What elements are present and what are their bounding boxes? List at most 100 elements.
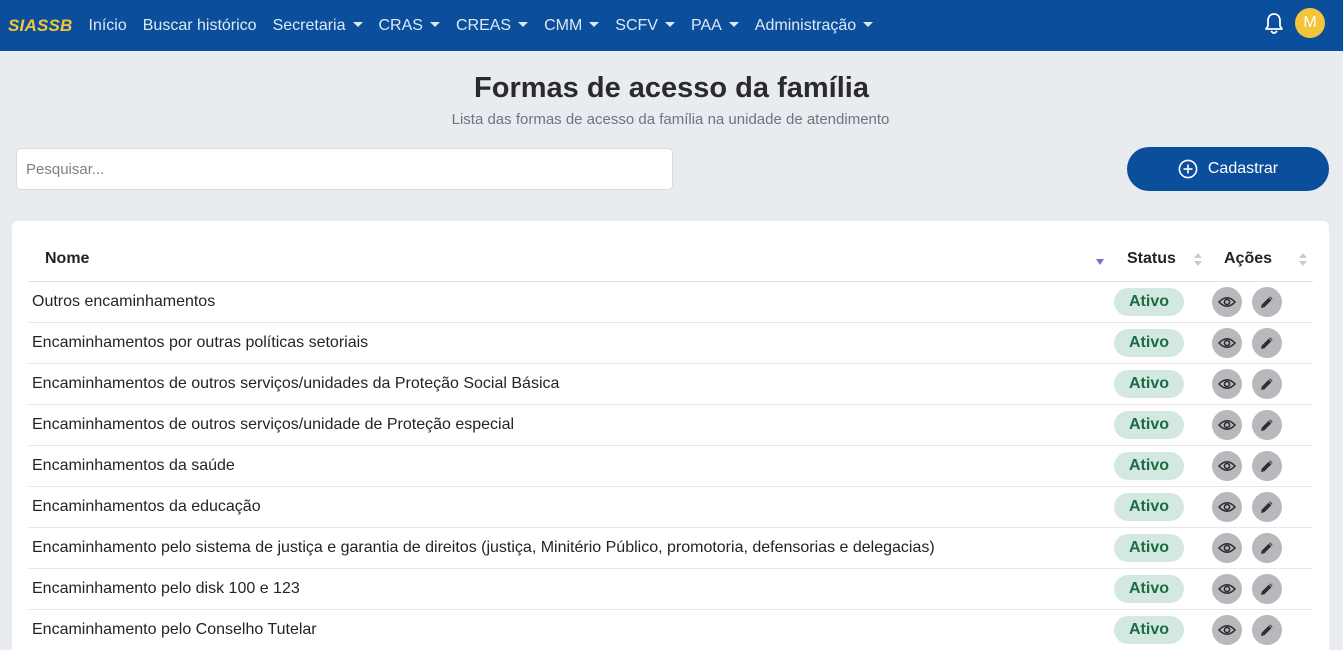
pencil-icon xyxy=(1259,581,1275,597)
brand-logo[interactable]: SIASSB xyxy=(8,16,73,36)
add-button[interactable]: Cadastrar xyxy=(1127,147,1329,191)
table-row: Encaminhamentos da educação Ativo xyxy=(28,487,1313,528)
edit-button[interactable] xyxy=(1252,492,1282,522)
nav-item-scfv[interactable]: SCFV xyxy=(615,17,675,35)
pencil-icon xyxy=(1259,417,1275,433)
eye-icon xyxy=(1218,501,1236,513)
nav-item-inicio[interactable]: Início xyxy=(89,17,127,35)
chevron-down-icon xyxy=(429,22,440,27)
bell-icon[interactable] xyxy=(1263,12,1285,36)
search-input[interactable] xyxy=(16,148,673,190)
pencil-icon xyxy=(1259,294,1275,310)
nav-item-administracao[interactable]: Administração xyxy=(754,16,874,35)
view-button[interactable] xyxy=(1212,328,1242,358)
table-row: Outros encaminhamentos Ativo xyxy=(28,282,1313,323)
page-title: Formas de acesso da família xyxy=(474,72,869,104)
edit-button[interactable] xyxy=(1252,451,1282,481)
status-badge: Ativo xyxy=(1114,534,1184,562)
table-row: Encaminhamentos da saúde Ativo xyxy=(28,446,1313,487)
table-row: Encaminhamento pelo sistema de justiça e… xyxy=(28,528,1313,569)
table-row: Encaminhamentos de outros serviços/unida… xyxy=(28,364,1313,405)
view-button[interactable] xyxy=(1212,533,1242,563)
nav-item-label: CMM xyxy=(544,16,583,34)
sort-desc-icon[interactable] xyxy=(1096,259,1104,265)
chevron-down-icon xyxy=(664,22,675,27)
edit-button[interactable] xyxy=(1252,533,1282,563)
status-badge: Ativo xyxy=(1114,370,1184,398)
eye-icon xyxy=(1218,583,1236,595)
nav-menu: Início Buscar histórico Secretaria CRAS CREA… xyxy=(89,17,890,35)
column-header-actions[interactable]: Ações xyxy=(1224,250,1272,268)
edit-button[interactable] xyxy=(1252,615,1282,645)
sort-icon[interactable] xyxy=(1194,253,1202,267)
view-button[interactable] xyxy=(1212,451,1242,481)
eye-icon xyxy=(1218,378,1236,390)
pencil-icon xyxy=(1259,622,1275,638)
nav-item-label: Buscar histórico xyxy=(142,16,257,34)
view-button[interactable] xyxy=(1212,615,1242,645)
view-button[interactable] xyxy=(1212,369,1242,399)
edit-button[interactable] xyxy=(1252,328,1282,358)
status-badge: Ativo xyxy=(1114,493,1184,521)
table-body: Outros encaminhamentos Ativo Encaminhament… xyxy=(28,282,1313,650)
column-header-status[interactable]: Status xyxy=(1127,250,1176,268)
row-name: Encaminhamentos por outras políticas set… xyxy=(32,334,369,351)
row-name: Encaminhamento pelo disk 100 e 123 xyxy=(32,580,300,597)
table-row: Encaminhamento pelo disk 100 e 123 Ativo xyxy=(28,569,1313,610)
nav-item-paa[interactable]: PAA xyxy=(691,17,739,35)
status-badge: Ativo xyxy=(1114,452,1184,480)
view-button[interactable] xyxy=(1212,410,1242,440)
chevron-down-icon xyxy=(728,22,739,27)
nav-item-creas[interactable]: CREAS xyxy=(456,17,529,35)
table-row: Encaminhamentos por outras políticas set… xyxy=(28,323,1313,364)
edit-button[interactable] xyxy=(1252,369,1282,399)
view-button[interactable] xyxy=(1212,574,1242,604)
nav-item-label: Administração xyxy=(754,16,857,34)
nav-item-label: SCFV xyxy=(615,16,658,34)
table-card: Nome Status Ações Outros encaminhamentos… xyxy=(12,221,1329,650)
chevron-down-icon xyxy=(589,22,600,27)
view-button[interactable] xyxy=(1212,492,1242,522)
pencil-icon xyxy=(1259,540,1275,556)
row-name: Encaminhamentos da educação xyxy=(32,498,261,515)
row-name: Encaminhamentos de outros serviços/unida… xyxy=(32,375,560,392)
row-name: Encaminhamento pelo Conselho Tutelar xyxy=(32,621,317,638)
pencil-icon xyxy=(1259,499,1275,515)
status-badge: Ativo xyxy=(1114,329,1184,357)
column-header-name[interactable]: Nome xyxy=(45,250,89,268)
top-navbar: SIASSB Início Buscar histórico Secretaria C… xyxy=(0,0,1343,51)
nav-item-label: CRAS xyxy=(378,16,423,34)
pencil-icon xyxy=(1259,335,1275,351)
chevron-down-icon xyxy=(352,22,363,27)
eye-icon xyxy=(1218,542,1236,554)
sort-icon[interactable] xyxy=(1299,253,1307,267)
view-button[interactable] xyxy=(1212,287,1242,317)
edit-button[interactable] xyxy=(1252,574,1282,604)
nav-item-label: Início xyxy=(88,16,127,34)
nav-item-cras[interactable]: CRAS xyxy=(379,17,440,35)
table-header: Nome Status Ações xyxy=(28,241,1313,282)
edit-button[interactable] xyxy=(1252,410,1282,440)
nav-item-label: PAA xyxy=(690,16,722,34)
row-name: Encaminhamento pelo sistema de justiça e… xyxy=(32,539,935,556)
status-badge: Ativo xyxy=(1114,411,1184,439)
row-name: Encaminhamentos de outros serviços/unida… xyxy=(32,416,515,433)
row-name: Outros encaminhamentos xyxy=(32,293,216,310)
eye-icon xyxy=(1218,419,1236,431)
edit-button[interactable] xyxy=(1252,287,1282,317)
nav-item-cmm[interactable]: CMM xyxy=(544,16,600,35)
eye-icon xyxy=(1218,296,1236,308)
pencil-icon xyxy=(1259,458,1275,474)
page-subtitle: Lista das formas de acesso da família na… xyxy=(451,111,890,128)
nav-item-secretaria[interactable]: Secretaria xyxy=(273,17,363,35)
eye-icon xyxy=(1218,624,1236,636)
add-button-label: Cadastrar xyxy=(1207,160,1279,177)
status-badge: Ativo xyxy=(1114,288,1184,316)
chevron-down-icon xyxy=(863,22,874,27)
status-badge: Ativo xyxy=(1114,575,1184,603)
plus-circle-icon xyxy=(1178,159,1198,179)
nav-item-buscar-historico[interactable]: Buscar histórico xyxy=(143,17,257,35)
user-avatar[interactable]: M xyxy=(1295,8,1325,38)
pencil-icon xyxy=(1259,376,1275,392)
status-badge: Ativo xyxy=(1114,616,1184,644)
